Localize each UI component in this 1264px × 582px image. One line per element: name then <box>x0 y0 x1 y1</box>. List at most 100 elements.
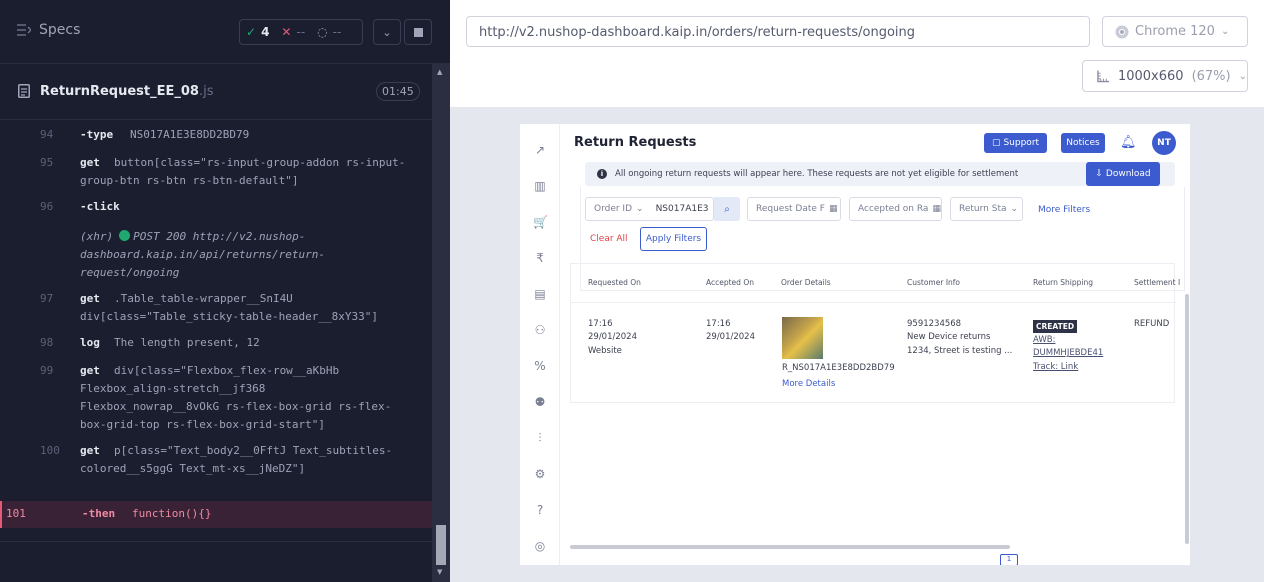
failed-command-row[interactable]: 101 -then function(){} <box>0 501 432 528</box>
column-header: Accepted On <box>706 278 754 287</box>
passed-stat: ✓ 4 <box>240 25 275 39</box>
gear-icon[interactable]: ⚙ <box>533 467 547 481</box>
command-row[interactable]: 100 get p[class="Text_body2__0FftJ Text_… <box>0 442 432 498</box>
status-dot-icon <box>119 230 131 241</box>
command-log-scroll-thumb[interactable] <box>436 525 446 565</box>
chat-icon: ▢ <box>991 138 1001 148</box>
url-bar[interactable]: http://v2.nushop-dashboard.kaip.in/order… <box>466 16 1090 47</box>
sliders-icon[interactable]: ⫶ <box>533 431 547 445</box>
help-icon[interactable]: ? <box>533 503 547 517</box>
command-name: -type <box>80 128 114 141</box>
clear-all-button[interactable]: Clear All <box>590 234 628 244</box>
notices-button[interactable]: Notices <box>1061 133 1105 153</box>
stop-button[interactable] <box>404 19 432 45</box>
command-row[interactable]: 96 -click <box>0 198 432 218</box>
command-line-number: 99 <box>40 364 54 377</box>
return-status-filter[interactable]: Return Sta ⌄ <box>950 197 1023 221</box>
customer-note: New Device returns <box>907 332 991 342</box>
command-row[interactable]: 97 get .Table_table-wrapper__SnI4U div[c… <box>0 290 432 330</box>
order-id: R_NS017A1E3E8DD2BD79 <box>782 363 895 373</box>
avatar[interactable]: NT <box>1152 131 1176 155</box>
viewport-selector[interactable]: 1000x660 (67%) ⌄ <box>1082 60 1248 92</box>
product-image[interactable] <box>782 317 823 359</box>
scroll-up-icon[interactable]: ▲ <box>437 68 442 76</box>
return-status-placeholder: Return Sta <box>959 204 1007 214</box>
apply-filters-button[interactable]: Apply Filters <box>640 227 707 251</box>
command-line-number: 100 <box>40 444 60 457</box>
settlement-type: REFUND <box>1134 319 1170 329</box>
main-content: i All ongoing return requests will appea… <box>570 162 1190 562</box>
requested-time: 17:16 <box>588 319 613 329</box>
awb-value[interactable]: DUMMHJEBDE41 <box>1033 347 1103 360</box>
pagination-current-page[interactable]: 1 <box>1000 554 1018 565</box>
ruler-icon <box>1097 70 1110 83</box>
xhr-detail: POST 200 http://v2.nushop-dashboard.kaip… <box>80 230 326 279</box>
command-message: p[class="Text_body2__0FftJ Text_subtitle… <box>80 444 393 475</box>
archive-icon[interactable]: ▤ <box>533 287 547 301</box>
command-log-panel: Specs ✓ 4 ✕ -- ◌ -- ⌄ ReturnRequest_EE_0… <box>0 0 450 582</box>
page-vertical-scrollbar[interactable] <box>1185 294 1189 544</box>
chevron-down-button[interactable]: ⌄ <box>373 19 401 45</box>
download-button[interactable]: ⇩ Download <box>1086 162 1160 186</box>
percent-icon[interactable]: % <box>533 359 547 373</box>
bell-icon[interactable]: 🔔︎ <box>1120 135 1137 150</box>
track-link[interactable]: Track: Link <box>1033 361 1078 374</box>
cart-icon[interactable]: 🛒 <box>533 215 548 229</box>
command-log-scrollbar[interactable]: ▲ ▼ <box>432 64 450 582</box>
accepted-on-filter[interactable]: Accepted on Ra ▦ <box>849 197 942 221</box>
viewport-size: 1000x660 <box>1117 68 1184 84</box>
stop-icon <box>413 27 423 37</box>
aut-panel: http://v2.nushop-dashboard.kaip.in/order… <box>450 0 1264 582</box>
command-message: button[class="rs-input-group-addon rs-in… <box>80 156 406 187</box>
info-text: All ongoing return requests will appear … <box>615 169 1019 179</box>
command-row[interactable]: 98 log The length present, 12 <box>0 334 432 354</box>
user-settings-icon[interactable]: ⚉ <box>533 395 547 409</box>
specs-header: Specs ✓ 4 ✕ -- ◌ -- ⌄ <box>0 0 450 64</box>
spec-file-row[interactable]: ReturnRequest_EE_08.js 01:45 <box>0 64 432 120</box>
rupee-icon[interactable]: ₹ <box>533 251 547 265</box>
accepted-date: 29/01/2024 <box>706 332 755 342</box>
spec-duration: 01:45 <box>376 82 420 101</box>
command-message: div[class="Flexbox_flex-row__aKbHb Flexb… <box>80 364 392 431</box>
xhr-row[interactable]: (xhr) POST 200 http://v2.nushop-dashboard… <box>0 228 432 284</box>
column-header: Requested On <box>588 278 641 287</box>
status-badge: CREATED <box>1033 320 1078 333</box>
browser-selector[interactable]: Chrome 120 ⌄ <box>1102 16 1248 47</box>
specs-toggle[interactable]: Specs <box>17 22 80 38</box>
command-row[interactable]: 94 -type NS017A1E3E8DD2BD79 <box>0 126 432 146</box>
request-date-filter[interactable]: Request Date F ▦ <box>747 197 841 221</box>
return-requests-table: Requested On Accepted On Order Details C… <box>570 263 1180 403</box>
support-button[interactable]: ▢ Support <box>984 133 1047 153</box>
command-line-number: 95 <box>40 156 54 169</box>
command-row[interactable]: 99 get div[class="Flexbox_flex-row__aKbH… <box>0 362 432 438</box>
support-label: Support <box>1003 138 1040 148</box>
accepted-on-placeholder: Accepted on Ra <box>858 204 929 214</box>
users-icon[interactable]: ⚇ <box>533 323 547 337</box>
browser-name: Chrome 120 <box>1135 24 1215 39</box>
info-icon: i <box>597 169 607 179</box>
chevron-down-icon: ⌄ <box>1010 204 1019 214</box>
requested-channel: Website <box>588 346 622 356</box>
browser-toolbar: http://v2.nushop-dashboard.kaip.in/order… <box>450 0 1264 107</box>
table-horizontal-scrollbar[interactable] <box>570 545 1010 549</box>
search-button[interactable]: ⌕ <box>714 197 740 221</box>
passed-count: 4 <box>261 25 270 39</box>
awb-label[interactable]: AWB: <box>1033 334 1055 347</box>
more-details-link[interactable]: More Details <box>782 378 835 391</box>
android-icon[interactable]: ◎ <box>533 539 547 553</box>
order-id-filter[interactable]: Order ID ⌄ NS017A1E3 <box>585 197 714 221</box>
bar-chart-icon[interactable]: ▥ <box>533 179 547 193</box>
spec-file-name: ReturnRequest_EE_08.js <box>40 84 214 99</box>
trend-icon[interactable]: ↗ <box>533 143 547 157</box>
chevron-down-icon: ⌄ <box>1238 70 1247 82</box>
file-icon <box>18 84 30 98</box>
scroll-down-icon[interactable]: ▼ <box>437 568 442 576</box>
command-row[interactable]: 95 get button[class="rs-input-group-addo… <box>0 154 432 194</box>
command-message: NS017A1E3E8DD2BD79 <box>130 128 250 141</box>
command-line-number: 94 <box>40 128 54 141</box>
order-id-input[interactable]: NS017A1E3 <box>656 204 709 214</box>
accepted-time: 17:16 <box>706 319 731 329</box>
viewport-zoom: (67%) <box>1191 68 1231 84</box>
xhr-message: (xhr) POST 200 http://v2.nushop-dashboard… <box>80 228 410 282</box>
more-filters-link[interactable]: More Filters <box>1038 205 1090 215</box>
